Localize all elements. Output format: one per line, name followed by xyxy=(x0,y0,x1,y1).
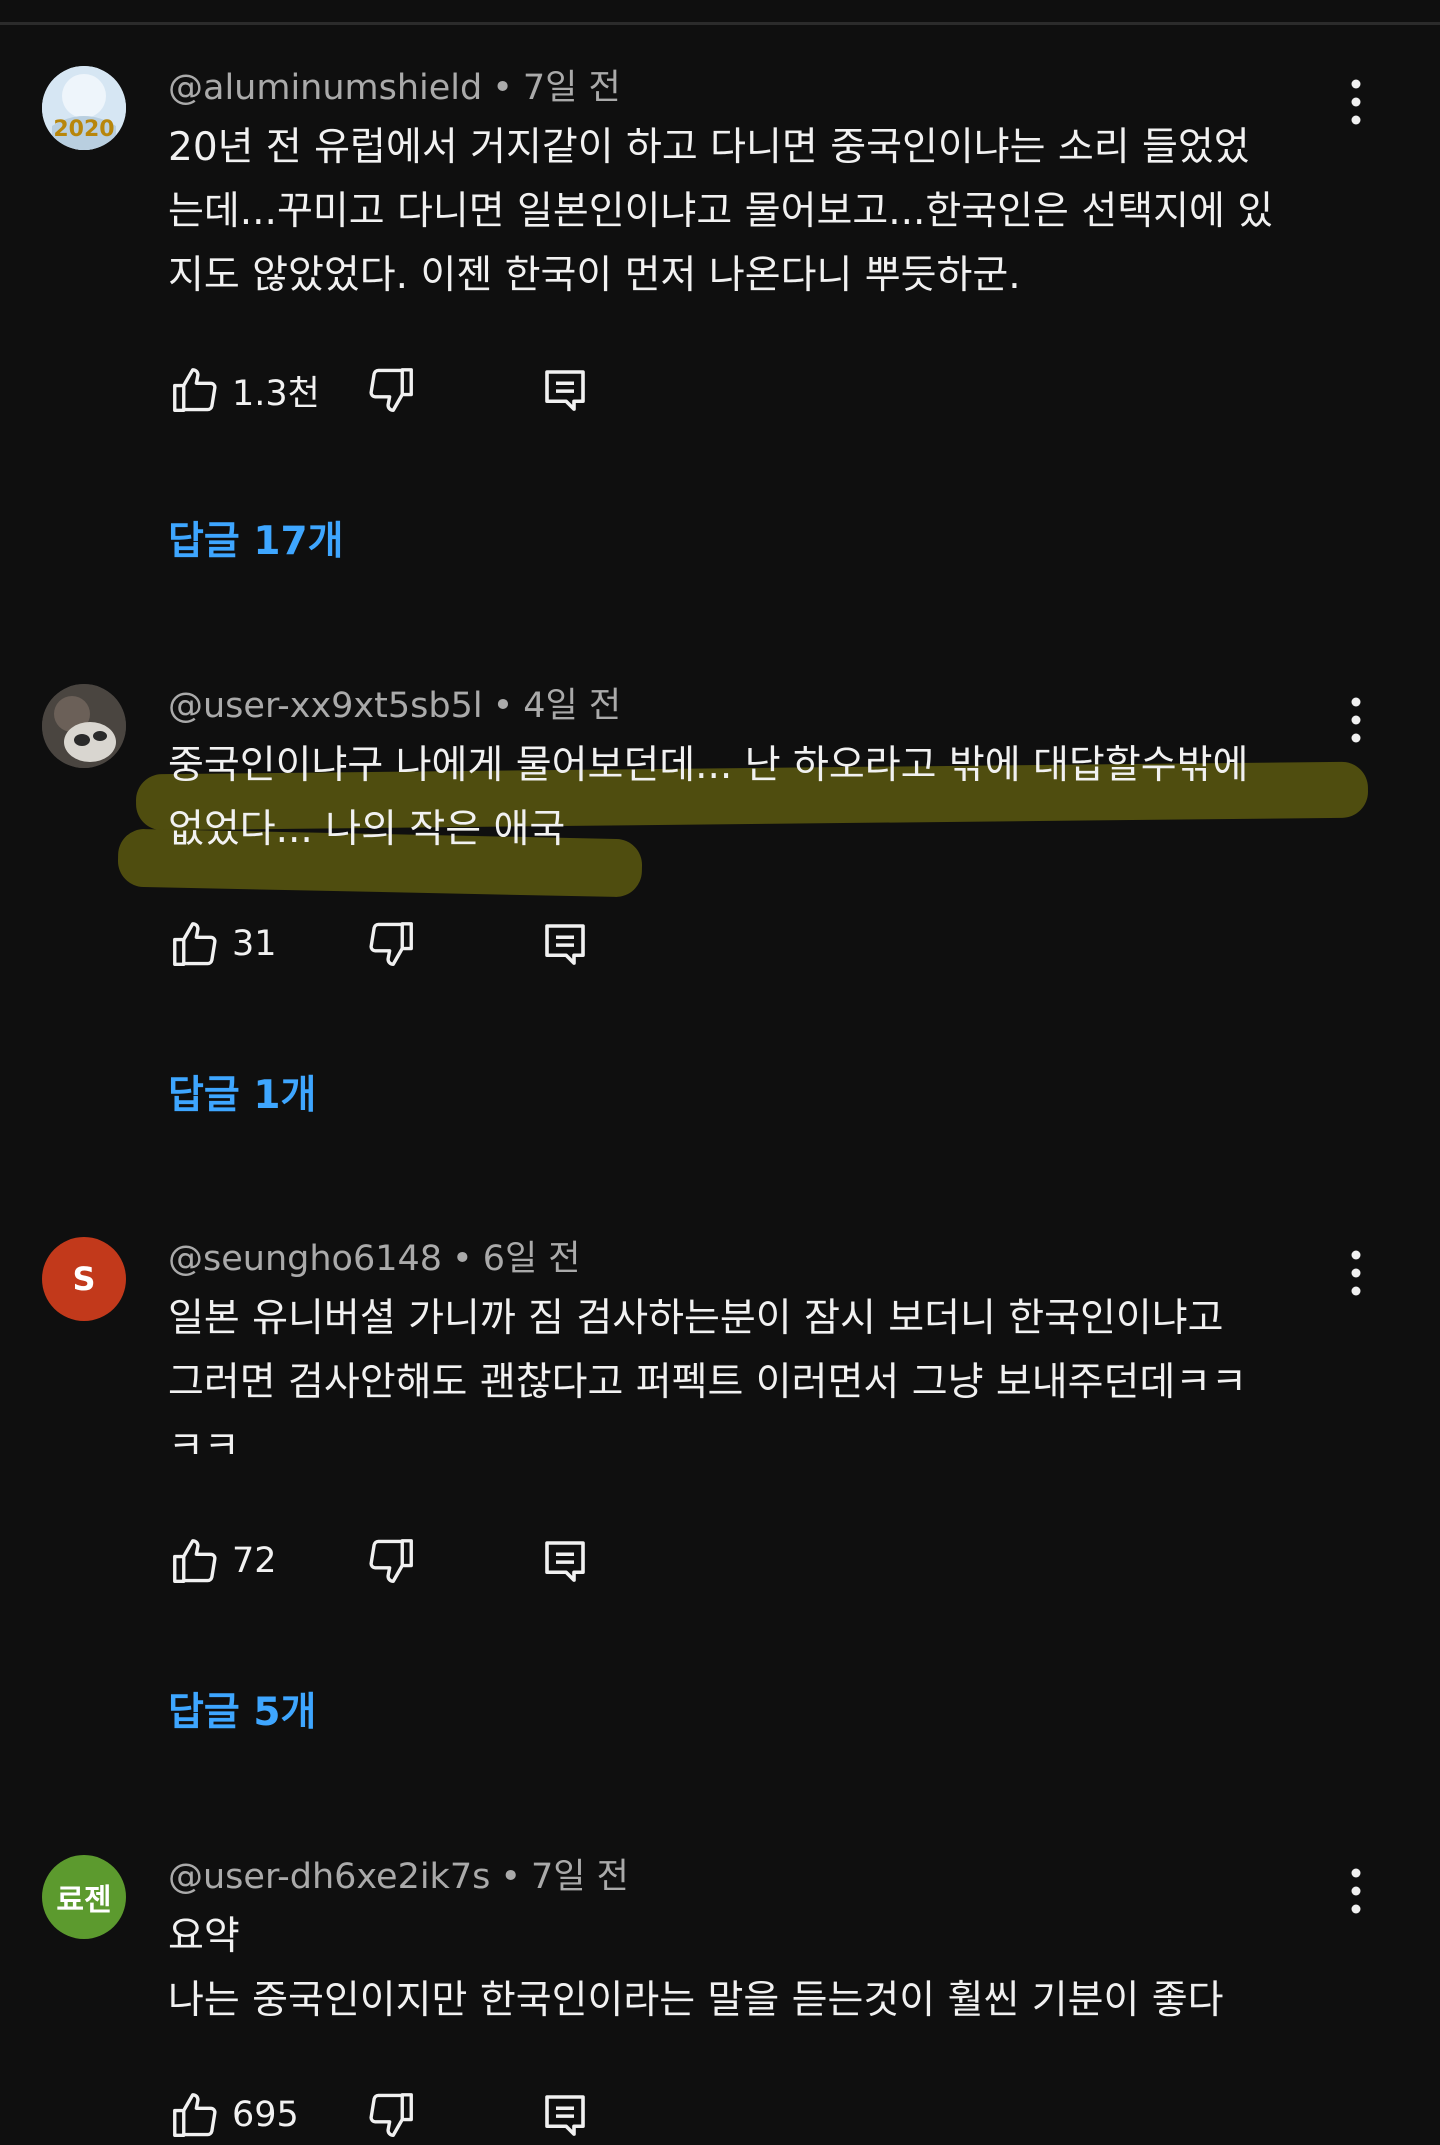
comment-text: 20년 전 유럽에서 거지같이 하고 다니면 중국인이냐는 소리 들었었 는데.… xyxy=(168,116,1348,308)
dislike-icon xyxy=(369,922,413,966)
avatar-text: 2020 xyxy=(53,117,114,142)
comment-text: 일본 유니버셜 가니까 짐 검사하는분이 잠시 보더니 한국인이냐고 그러면 검… xyxy=(168,1287,1348,1479)
comment-text: 요약 나는 중국인이지만 한국인이라는 말을 듣는것이 훨씬 기분이 좋다 xyxy=(168,1905,1348,2033)
comment-meta: @seungho6148 • 6일 전 xyxy=(168,1237,580,1281)
avatar[interactable]: 료젠 xyxy=(42,1855,126,1939)
comment-line: 나는 중국인이지만 한국인이라는 말을 듣는것이 훨씬 기분이 좋다 xyxy=(168,1978,1224,2023)
comment-line: 중국인이냐구 나에게 물어보던데... 난 하오라고 밖에 대답할수밖에 xyxy=(168,743,1249,788)
like-button[interactable]: 31 xyxy=(168,914,277,974)
like-count: 695 xyxy=(232,2095,299,2135)
timestamp[interactable]: 7일 전 xyxy=(531,1857,629,1897)
comment-line: 20년 전 유럽에서 거지같이 하고 다니면 중국인이냐는 소리 들었었 xyxy=(168,125,1250,170)
view-replies-button[interactable]: 답글 5개 xyxy=(168,1681,316,1737)
avatar-initial: S xyxy=(72,1260,96,1298)
reply-icon xyxy=(545,1541,585,1582)
meta-separator: • xyxy=(452,1239,473,1279)
reply-button[interactable] xyxy=(538,914,592,974)
avatar[interactable] xyxy=(42,684,126,768)
author-name[interactable]: @user-dh6xe2ik7s xyxy=(168,1857,490,1897)
comment-line: 없었다... 나의 작은 애국 xyxy=(168,807,566,852)
like-icon xyxy=(173,922,217,966)
like-icon xyxy=(173,1539,217,1583)
like-count: 1.3천 xyxy=(232,373,320,414)
meta-separator: • xyxy=(492,686,514,726)
comment-actions: 31 xyxy=(168,914,768,974)
dislike-button[interactable] xyxy=(364,2085,418,2145)
reply-icon xyxy=(545,370,585,411)
timestamp[interactable]: 7일 전 xyxy=(523,68,621,108)
comment-line: 일본 유니버셜 가니까 짐 검사하는분이 잠시 보더니 한국인이냐고 xyxy=(168,1296,1224,1341)
avatar-image: 2020 xyxy=(42,66,126,150)
dislike-icon xyxy=(369,2093,413,2137)
comment-line: 그러면 검사안해도 괜찮다고 퍼펙트 이러면서 그냥 보내주던데ㅋㅋ xyxy=(168,1360,1248,1405)
comment-meta: @user-xx9xt5sb5l • 4일 전 xyxy=(168,684,621,728)
meta-separator: • xyxy=(492,68,513,108)
like-icon xyxy=(173,2093,217,2137)
reply-icon xyxy=(545,2095,585,2136)
dislike-button[interactable] xyxy=(364,914,418,974)
meta-separator: • xyxy=(500,1857,521,1897)
comment-line: ㅋㅋ xyxy=(168,1424,240,1469)
reply-button[interactable] xyxy=(538,360,592,420)
timestamp[interactable]: 4일 전 xyxy=(523,686,621,726)
timestamp[interactable]: 6일 전 xyxy=(483,1239,581,1279)
comment-actions: 72 xyxy=(168,1531,768,1591)
dislike-button[interactable] xyxy=(364,360,418,420)
reply-button[interactable] xyxy=(538,2085,592,2145)
comment-line: 요약 xyxy=(168,1914,240,1959)
avatar[interactable]: 2020 xyxy=(42,66,126,150)
dislike-button[interactable] xyxy=(364,1531,418,1591)
reply-button[interactable] xyxy=(538,1531,592,1591)
reply-icon xyxy=(545,924,585,965)
author-name[interactable]: @seungho6148 xyxy=(168,1239,442,1279)
avatar[interactable]: S xyxy=(42,1237,126,1321)
dislike-icon xyxy=(369,1539,413,1583)
dislike-icon xyxy=(369,368,413,412)
comment-line: 는데...꾸미고 다니면 일본인이냐고 물어보고...한국인은 선택지에 있 xyxy=(168,189,1274,234)
view-replies-button[interactable]: 답글 17개 xyxy=(168,510,344,566)
like-icon xyxy=(173,368,217,412)
comment-text: 중국인이냐구 나에게 물어보던데... 난 하오라고 밖에 대답할수밖에 없었다… xyxy=(168,734,1348,862)
like-button[interactable]: 1.3천 xyxy=(168,360,320,420)
comment-meta: @user-dh6xe2ik7s • 7일 전 xyxy=(168,1855,629,1899)
avatar-initial: 료젠 xyxy=(56,1883,112,1918)
like-button[interactable]: 695 xyxy=(168,2085,299,2145)
comment-line: 지도 않았었다. 이젠 한국이 먼저 나온다니 뿌듯하군. xyxy=(168,253,1021,298)
comment-actions: 1.3천 xyxy=(168,360,768,420)
author-name[interactable]: @aluminumshield xyxy=(168,68,482,108)
avatar-image xyxy=(42,684,126,768)
author-name[interactable]: @user-xx9xt5sb5l xyxy=(168,686,483,726)
like-button[interactable]: 72 xyxy=(168,1531,277,1591)
like-count: 31 xyxy=(232,924,277,964)
comment-actions: 695 xyxy=(168,2085,768,2145)
like-count: 72 xyxy=(232,1541,277,1581)
view-replies-button[interactable]: 답글 1개 xyxy=(168,1064,316,1120)
comment-meta: @aluminumshield • 7일 전 xyxy=(168,66,621,110)
top-divider xyxy=(0,0,1440,25)
